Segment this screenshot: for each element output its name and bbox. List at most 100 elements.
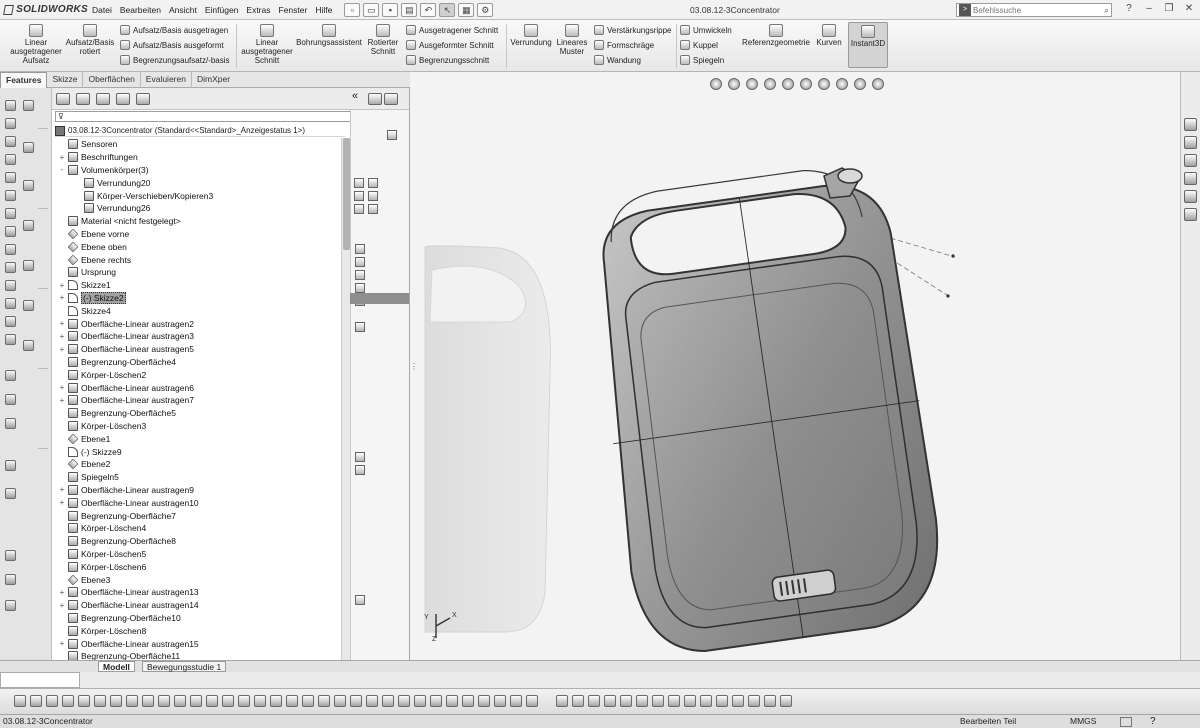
close-icon[interactable]: ✕	[1182, 2, 1196, 16]
repair-icon[interactable]	[446, 695, 458, 707]
help-icon[interactable]: ?	[1122, 2, 1136, 16]
mirror-entities-icon[interactable]	[5, 280, 16, 291]
pattern-icon[interactable]	[398, 695, 410, 707]
shell-button[interactable]: Wandung	[594, 55, 641, 65]
tree-item[interactable]: Ebene rechts	[58, 253, 131, 266]
rectangle-icon[interactable]	[94, 695, 106, 707]
config-combo[interactable]	[0, 672, 80, 688]
search-icon[interactable]: ⌕	[1104, 5, 1111, 16]
tree-item[interactable]: Verrundung20	[74, 176, 150, 189]
tree-item[interactable]: Skizze4	[58, 304, 111, 317]
relations-tool-icon[interactable]	[5, 334, 16, 345]
tab-skizze[interactable]: Skizze	[47, 72, 84, 88]
mold-tool-icon[interactable]	[5, 488, 16, 499]
tree-item[interactable]: Körper-Löschen6	[58, 560, 146, 573]
sketch-point[interactable]	[951, 254, 955, 258]
chamfer-icon[interactable]	[238, 695, 250, 707]
options-gear-icon[interactable]: ⚙	[477, 2, 494, 17]
menu-datei[interactable]: Datei	[88, 0, 116, 20]
tree-item[interactable]: Körper-Löschen3	[58, 420, 146, 433]
tree-item[interactable]: Begrenzung-Oberfläche4	[58, 356, 176, 369]
custom-properties-icon[interactable]	[1184, 208, 1197, 221]
sketch-icon[interactable]	[46, 695, 58, 707]
appearances-icon[interactable]	[1184, 190, 1197, 203]
arc-icon[interactable]	[126, 695, 138, 707]
expand-toggle-icon[interactable]: +	[58, 383, 66, 392]
dimension-tool-icon[interactable]	[5, 316, 16, 327]
fillet-icon[interactable]	[222, 695, 234, 707]
tree-item[interactable]: Körper-Löschen2	[58, 368, 146, 381]
view-settings-icon[interactable]	[872, 78, 884, 90]
hide-show-icon[interactable]	[368, 93, 382, 105]
curve-tool-icon[interactable]	[5, 394, 16, 405]
plane-visibility-icon[interactable]	[355, 270, 365, 280]
convert-icon[interactable]	[270, 695, 282, 707]
ellipse-tool-icon[interactable]	[23, 220, 34, 231]
tree-item[interactable]: Körper-Löschen5	[58, 548, 146, 561]
graphics-area[interactable]: ⋮ X Y Z	[410, 72, 1180, 660]
trim-tool-icon[interactable]	[5, 244, 16, 255]
select-tool-icon[interactable]	[23, 100, 34, 111]
rotate-icon[interactable]	[350, 695, 362, 707]
line-tool-icon[interactable]	[5, 118, 16, 129]
copy-icon[interactable]	[382, 695, 394, 707]
revolved-boss-button[interactable]: Aufsatz/Basis rotiert	[64, 22, 116, 56]
display-toggle-icon[interactable]	[387, 130, 397, 140]
vertical-snap-icon[interactable]	[732, 695, 744, 707]
expand-toggle-icon[interactable]: +	[58, 319, 66, 328]
rib-button[interactable]: Verstärkungsrippe	[594, 25, 671, 35]
expand-toggle-icon[interactable]: +	[58, 396, 66, 405]
perpendicular-snap-icon[interactable]	[684, 695, 696, 707]
view-orientation-icon[interactable]	[14, 695, 26, 707]
concentrator-body[interactable]	[579, 159, 949, 660]
display-style-icon[interactable]	[800, 78, 812, 90]
expand-toggle-icon[interactable]: +	[58, 153, 66, 162]
command-search-input[interactable]	[973, 5, 1091, 15]
collapse-panel-icon[interactable]: «	[352, 90, 366, 102]
tangent-snap-icon[interactable]	[668, 695, 680, 707]
rebuild-icon[interactable]: ▦	[458, 2, 475, 17]
pattern-tool-icon[interactable]	[5, 298, 16, 309]
centerline-tool-icon[interactable]	[23, 180, 34, 191]
circle-icon[interactable]	[110, 695, 122, 707]
picture-icon[interactable]	[494, 695, 506, 707]
boundary-boss-button[interactable]: Begrenzungsaufsatz/-basis	[120, 55, 230, 65]
expand-toggle-icon[interactable]: +	[58, 485, 66, 494]
expand-toggle-icon[interactable]: +	[58, 639, 66, 648]
parallel-snap-icon[interactable]	[700, 695, 712, 707]
tree-item[interactable]: + Beschriftungen	[58, 151, 138, 164]
extruded-cut-button[interactable]: Linear ausgetragener Schnitt	[240, 22, 294, 65]
section-view-icon[interactable]	[764, 78, 776, 90]
feature-tree-filter[interactable]: ⊽	[55, 111, 351, 122]
angle-snap-icon[interactable]	[780, 695, 792, 707]
tree-item[interactable]: Ebene vorne	[58, 228, 129, 241]
search-results-icon[interactable]	[1184, 172, 1197, 185]
point-snap-icon[interactable]	[556, 695, 568, 707]
body-color-icon[interactable]	[368, 178, 378, 188]
point-tool-icon[interactable]	[5, 226, 16, 237]
horizontal-snap-icon[interactable]	[716, 695, 728, 707]
tree-item[interactable]: Ebene3	[58, 573, 110, 586]
polygon-tool-icon[interactable]	[5, 208, 16, 219]
expand-toggle-icon[interactable]: +	[58, 601, 66, 610]
lofted-boss-button[interactable]: Aufsatz/Basis ausgeformt	[120, 40, 224, 50]
boundary-cut-button[interactable]: Begrenzungsschnitt	[406, 55, 489, 65]
offset-icon[interactable]	[254, 695, 266, 707]
extend-icon[interactable]	[302, 695, 314, 707]
tree-item[interactable]: (-) Skizze9	[58, 445, 122, 458]
zoom-to-fit-icon[interactable]	[710, 78, 722, 90]
dimension-icon[interactable]	[430, 695, 442, 707]
panel-splitter-handle[interactable]: ⋮	[410, 362, 418, 376]
body-display-icon[interactable]	[354, 191, 364, 201]
revolved-cut-button[interactable]: Rotierter Schnitt	[364, 22, 402, 56]
tree-item[interactable]: Begrenzung-Oberfläche10	[58, 612, 181, 625]
line-icon[interactable]	[78, 695, 90, 707]
feature-tree-scrollbar[interactable]	[341, 138, 350, 660]
linear-pattern-button[interactable]: Lineares Muster	[554, 22, 590, 56]
open-folder-icon[interactable]: ▭	[363, 2, 380, 17]
restore-icon[interactable]: ❐	[1162, 2, 1176, 16]
tree-item[interactable]: Spiegeln5	[58, 471, 119, 484]
body-color-icon[interactable]	[368, 204, 378, 214]
command-search[interactable]: > ⌕	[956, 3, 1112, 17]
grid-snap-icon[interactable]	[764, 695, 776, 707]
